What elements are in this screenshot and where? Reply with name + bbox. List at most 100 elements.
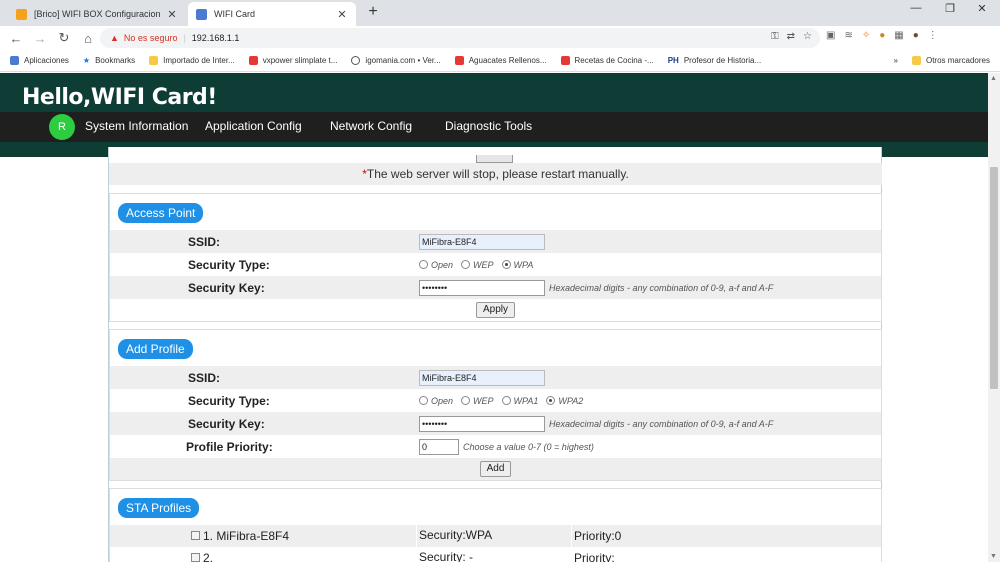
apply-button[interactable]: Apply [475, 302, 515, 318]
bookmark-apps[interactable]: Aplicaciones [10, 56, 69, 65]
profile-ssid-input[interactable]: MiFibra-E8F4 [419, 369, 545, 386]
ap-security-key-row: Security Key: •••••••• Hexadecimal digits… [110, 276, 881, 299]
separator: | [183, 33, 186, 43]
extension-icon[interactable]: ● [879, 30, 885, 41]
table-row: 1. MiFibra-E8F4 Security:WPA Priority:0 [110, 525, 881, 547]
close-tab-icon[interactable]: ✕ [166, 8, 178, 21]
profile-name: 2. [203, 551, 214, 562]
vertical-scrollbar[interactable]: ▲ ▼ [988, 73, 1000, 562]
profile-radio-wpa2[interactable]: WPA2 [546, 396, 583, 406]
back-icon[interactable]: ← [4, 31, 28, 46]
user-avatar[interactable]: R [49, 114, 75, 140]
bookmarks-right: » Otros marcadores [894, 56, 990, 65]
ap-ssid-input[interactable]: MiFibra-E8F4 [419, 233, 545, 250]
bookmark-youtube[interactable]: Aguacates Rellenos... [454, 56, 547, 65]
radio-icon [461, 260, 471, 269]
radio-icon [419, 396, 428, 405]
warning-icon: ▲ [110, 33, 119, 43]
menu-icon[interactable]: ⋮ [928, 30, 938, 41]
bookmark-star-icon[interactable]: ☆ [803, 31, 812, 42]
profile-security-key-row: Security Key: •••••••• Hexadecimal digits… [110, 412, 881, 435]
ap-radio-open[interactable]: Open [419, 260, 453, 270]
scrollbar-thumb[interactable] [990, 167, 998, 389]
profile-ssid-row: SSID: MiFibra-E8F4 [110, 366, 881, 389]
close-window-icon[interactable]: ✕ [962, 2, 1000, 15]
priority-hint: Choose a value 0-7 (0 = highest) [463, 441, 594, 452]
home-icon[interactable]: ⌂ [76, 31, 100, 46]
address-bar[interactable]: ▲ No es seguro | 192.168.1.1 ⚿ ⇄ ☆ [100, 28, 820, 48]
radio-selected-icon [501, 260, 511, 269]
profile-priority: Priority:0 [574, 529, 622, 543]
key-hint: Hexadecimal digits - any combination of … [549, 282, 774, 293]
more-bookmarks-button[interactable]: » [894, 56, 898, 65]
table-row: 2. Security: - Priority: [110, 547, 881, 562]
folder-icon [911, 56, 921, 65]
ap-radio-wpa[interactable]: WPA [501, 260, 533, 270]
nav-application-config[interactable]: Application Config [205, 119, 302, 133]
profile-security-type-row: Security Type: Open WEP WPA1 WPA2 [110, 389, 881, 412]
profile-priority-label: Profile Priority: [186, 439, 273, 454]
ph-icon: PH [667, 56, 679, 65]
extension-icon[interactable]: ✧ [862, 30, 870, 41]
profile-radio-wep[interactable]: WEP [461, 396, 494, 406]
profile-checkbox[interactable] [191, 531, 200, 540]
profile-priority: Priority: [574, 551, 615, 562]
brico-favicon-icon [16, 8, 27, 20]
translate-icon[interactable]: ⇄ [787, 31, 795, 42]
profile-name: 1. MiFibra-E8F4 [203, 529, 290, 543]
profile-security-key-input[interactable]: •••••••• [419, 415, 545, 432]
security-key-label: Security Key: [188, 416, 265, 431]
youtube-icon [248, 56, 258, 65]
nav-system-information[interactable]: System Information [85, 119, 188, 133]
profile-radio-open[interactable]: Open [419, 396, 453, 406]
ap-radio-wep[interactable]: WEP [461, 260, 494, 270]
reload-icon[interactable]: ↻ [52, 30, 76, 46]
profile-priority-input[interactable]: 0 [419, 438, 459, 455]
key-icon[interactable]: ⚿ [771, 31, 779, 42]
scroll-up-icon[interactable]: ▲ [990, 75, 997, 82]
bookmark-igomania[interactable]: igomania.com • Ver... [351, 56, 441, 65]
profile-add-row: Add [110, 458, 881, 480]
ssid-label: SSID: [188, 234, 221, 249]
radio-icon [419, 260, 428, 269]
new-tab-button[interactable]: + [364, 3, 382, 21]
forward-icon[interactable]: → [28, 31, 52, 46]
youtube-icon [454, 56, 464, 65]
bookmark-historia[interactable]: PH Profesor de Historia... [668, 56, 762, 65]
access-point-section: Access Point SSID: MiFibra-E8F4 Security… [109, 193, 882, 322]
add-button[interactable]: Add [479, 461, 512, 477]
scroll-down-icon[interactable]: ▼ [990, 553, 997, 560]
bookmarks-bar: Aplicaciones ★ Bookmarks Importado de Int… [0, 50, 1000, 72]
site-header: Hello,WIFI Card! R System Information Ap… [0, 73, 988, 157]
bookmark-youtube[interactable]: Recetas de Cocina -... [560, 56, 654, 65]
nav-network-config[interactable]: Network Config [330, 119, 412, 133]
tab-title: WIFI Card [214, 9, 256, 19]
globe-icon [351, 56, 361, 65]
extension-icon[interactable]: ≋ [844, 30, 852, 41]
url-text[interactable]: 192.168.1.1 [192, 33, 240, 43]
bookmark-bookmarks[interactable]: ★ Bookmarks [83, 56, 135, 65]
profile-avatar-icon[interactable]: ● [913, 30, 919, 41]
access-point-heading: Access Point [118, 203, 204, 223]
page-viewport: Hello,WIFI Card! R System Information Ap… [0, 73, 988, 562]
hidden-button-stub[interactable] [476, 155, 513, 163]
extension-icon[interactable]: ▣ [826, 30, 835, 41]
security-type-label: Security Type: [188, 393, 270, 408]
profile-checkbox[interactable] [191, 553, 200, 562]
bookmark-folder[interactable]: Importado de Inter... [149, 56, 235, 65]
security-status[interactable]: No es seguro [124, 33, 178, 43]
tab-wifi-card[interactable]: WIFI Card ✕ [188, 2, 356, 26]
add-profile-heading: Add Profile [118, 339, 193, 359]
radio-icon [501, 396, 511, 405]
nav-diagnostic-tools[interactable]: Diagnostic Tools [445, 119, 532, 133]
close-tab-icon[interactable]: ✕ [336, 8, 348, 21]
main-nav: R System Information Application Config … [0, 112, 988, 142]
ap-ssid-row: SSID: MiFibra-E8F4 [110, 230, 881, 253]
ap-security-key-input[interactable]: •••••••• [419, 279, 545, 296]
other-bookmarks[interactable]: Otros marcadores [911, 56, 990, 65]
bookmark-youtube[interactable]: vxpower slimplate t... [248, 56, 337, 65]
tab-brico[interactable]: [Brico] WIFI BOX Configuracion ✕ [8, 2, 186, 26]
profile-security: Security:WPA [419, 528, 493, 542]
profile-radio-wpa1[interactable]: WPA1 [501, 396, 538, 406]
extension-icon[interactable]: ▦ [894, 30, 903, 41]
